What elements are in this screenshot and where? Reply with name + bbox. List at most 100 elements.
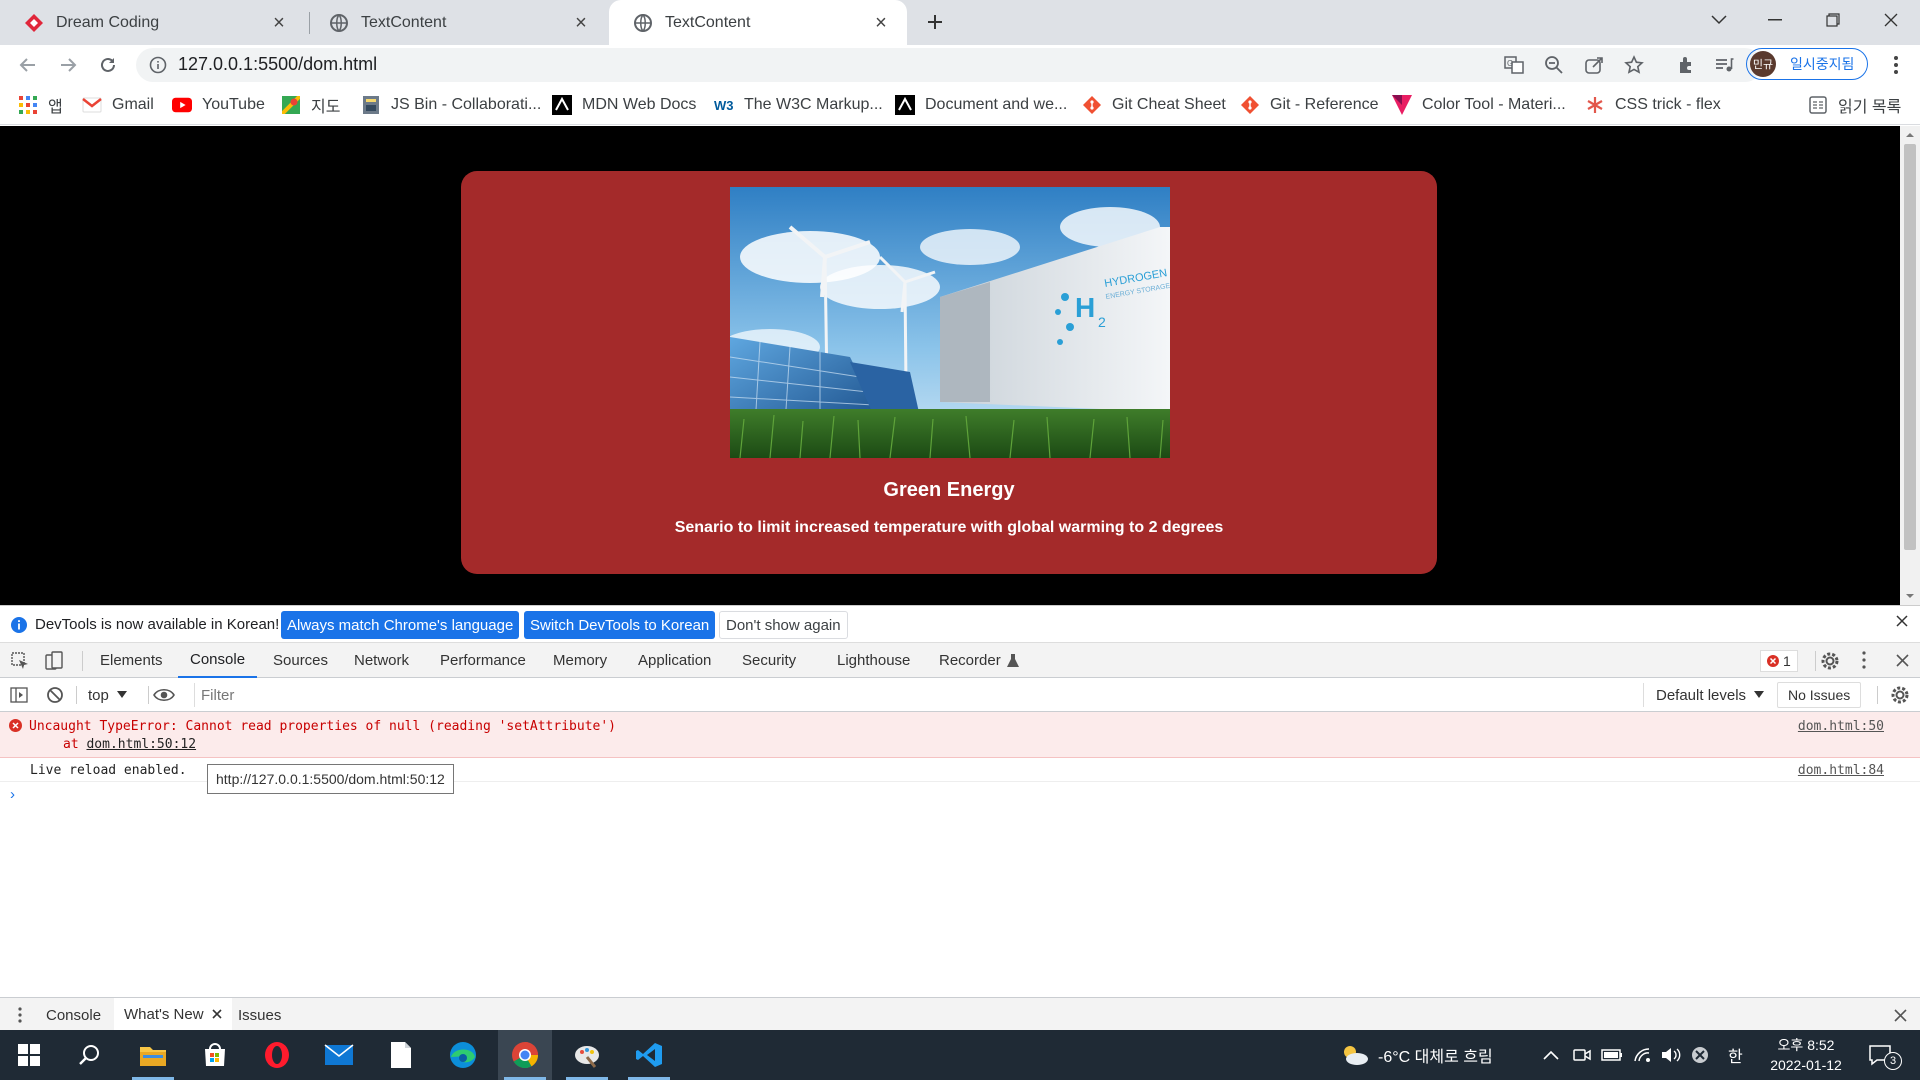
bookmark-star-icon[interactable] <box>1622 53 1646 77</box>
weather-widget[interactable]: -6°C 대체로 흐림 <box>1340 1030 1493 1080</box>
context-selector[interactable]: top <box>88 684 127 706</box>
tab-console[interactable]: Console <box>178 643 258 678</box>
meet-now-icon[interactable] <box>1573 1030 1591 1080</box>
tab-memory[interactable]: Memory <box>553 643 607 678</box>
switch-devtools-korean-button[interactable]: Switch DevTools to Korean <box>524 611 716 639</box>
close-drawer-icon[interactable] <box>1894 1009 1907 1022</box>
file-explorer-icon[interactable] <box>126 1030 180 1080</box>
close-icon[interactable] <box>211 1009 222 1019</box>
vpn-status-icon[interactable] <box>1691 1030 1709 1080</box>
new-tab-button[interactable] <box>907 2 963 42</box>
reading-list-button[interactable]: 읽기 목록 <box>1808 95 1901 116</box>
drawer-menu-icon[interactable] <box>18 1007 22 1023</box>
battery-icon[interactable] <box>1601 1030 1623 1080</box>
volume-icon[interactable] <box>1661 1030 1681 1080</box>
error-count-badge[interactable]: 1 <box>1760 650 1798 672</box>
info-icon[interactable] <box>146 53 170 77</box>
tab-sources[interactable]: Sources <box>273 643 328 678</box>
extensions-icon[interactable] <box>1670 49 1702 81</box>
sidebar-toggle-icon[interactable] <box>10 684 28 706</box>
drawer-tab-console[interactable]: Console <box>46 998 101 1032</box>
opera-browser-icon[interactable] <box>250 1030 304 1080</box>
restore-button[interactable] <box>1805 0 1861 40</box>
close-devtools-icon[interactable] <box>1896 654 1909 667</box>
inspect-element-icon[interactable] <box>10 651 30 671</box>
window-close-button[interactable] <box>1863 0 1919 40</box>
back-button[interactable] <box>12 49 44 81</box>
tray-overflow-chevron-icon[interactable] <box>1543 1030 1559 1080</box>
stack-link[interactable]: dom.html:50:12 <box>86 737 196 752</box>
tab-textcontent-1[interactable]: TextContent × <box>305 0 607 45</box>
tab-security[interactable]: Security <box>742 643 796 678</box>
mail-icon[interactable] <box>312 1030 366 1080</box>
edge-browser-icon[interactable] <box>436 1030 490 1080</box>
tab-search-chevron-icon[interactable] <box>1691 0 1747 40</box>
tab-network[interactable]: Network <box>354 643 409 678</box>
chrome-menu-icon[interactable] <box>1880 49 1912 81</box>
close-icon[interactable]: × <box>571 13 591 33</box>
ime-indicator[interactable]: 한 <box>1728 1030 1743 1080</box>
close-icon[interactable]: × <box>871 13 891 33</box>
bookmark-css-tricks[interactable]: CSS trick - flex <box>1585 95 1721 115</box>
tab-dream-coding[interactable]: Dream Coding × <box>0 0 305 45</box>
live-expression-eye-icon[interactable] <box>153 684 175 706</box>
notification-center[interactable]: 3 <box>1868 1030 1902 1080</box>
chrome-browser-icon[interactable] <box>498 1030 552 1080</box>
clock[interactable]: 오후 8:52 2022-01-12 <box>1770 1030 1842 1080</box>
bookmark-mdn[interactable]: MDN Web Docs <box>552 95 696 115</box>
tab-recorder[interactable]: Recorder <box>939 643 1019 678</box>
clear-console-icon[interactable] <box>46 684 64 706</box>
always-match-language-button[interactable]: Always match Chrome's language <box>281 611 520 639</box>
tab-application[interactable]: Application <box>638 643 711 678</box>
bookmark-w3c[interactable]: W3 The W3C Markup... <box>714 95 883 115</box>
minimize-button[interactable] <box>1747 0 1803 40</box>
console-settings-gear-icon[interactable] <box>1890 684 1910 706</box>
bookmark-color-tool[interactable]: Color Tool - Materi... <box>1392 95 1566 115</box>
tab-lighthouse[interactable]: Lighthouse <box>837 643 910 678</box>
close-icon[interactable]: × <box>269 13 289 33</box>
console-prompt[interactable]: › <box>10 786 15 803</box>
page-scrollbar[interactable] <box>1900 126 1920 605</box>
share-icon[interactable] <box>1582 53 1606 77</box>
url-text[interactable]: 127.0.0.1:5500/dom.html <box>178 54 377 75</box>
forward-button[interactable] <box>52 49 84 81</box>
tab-elements[interactable]: Elements <box>100 643 163 678</box>
bookmark-git-cheat-sheet[interactable]: Git Cheat Sheet <box>1082 95 1226 115</box>
start-windows-icon[interactable] <box>2 1030 56 1080</box>
more-options-icon[interactable] <box>1862 651 1866 669</box>
notepad-file-icon[interactable] <box>374 1030 428 1080</box>
bookmark-youtube[interactable]: YouTube <box>172 95 265 115</box>
translate-icon[interactable]: G <box>1502 53 1526 77</box>
issues-button[interactable]: No Issues <box>1777 682 1862 708</box>
paint-app-icon[interactable] <box>560 1030 614 1080</box>
wifi-icon[interactable] <box>1633 1030 1653 1080</box>
bookmark-document-and-web[interactable]: Document and we... <box>895 95 1067 115</box>
log-source-link[interactable]: dom.html:84 <box>1798 763 1884 778</box>
bookmark-gmail[interactable]: Gmail <box>82 95 154 115</box>
microsoft-store-icon[interactable] <box>188 1030 242 1080</box>
dont-show-again-button[interactable]: Don't show again <box>719 611 848 639</box>
close-icon[interactable] <box>1896 615 1908 627</box>
tab-textcontent-2[interactable]: TextContent × <box>609 0 907 45</box>
scrollbar-thumb[interactable] <box>1904 144 1916 550</box>
drawer-tab-issues[interactable]: Issues <box>238 998 281 1032</box>
settings-gear-icon[interactable] <box>1820 651 1840 671</box>
devtools-drawer-bar: Console What's New Issues <box>0 997 1920 1032</box>
error-source-link[interactable]: dom.html:50 <box>1798 719 1884 734</box>
device-toolbar-icon[interactable] <box>44 651 64 671</box>
bookmark-maps[interactable]: 지도 <box>281 95 340 116</box>
log-levels-dropdown[interactable]: Default levels <box>1656 684 1765 706</box>
address-bar[interactable]: 127.0.0.1:5500/dom.html G <box>136 48 1762 82</box>
vscode-icon[interactable] <box>622 1030 676 1080</box>
media-control-icon[interactable] <box>1708 49 1740 81</box>
reload-button[interactable] <box>92 49 124 81</box>
profile-button[interactable]: 민규 일시중지됨 <box>1746 48 1868 80</box>
bookmark-jsbin[interactable]: JS Bin - Collaborati... <box>361 95 541 115</box>
search-icon[interactable] <box>62 1030 116 1080</box>
zoom-out-icon[interactable] <box>1542 53 1566 77</box>
bookmark-git-reference[interactable]: Git - Reference <box>1240 95 1378 115</box>
tab-performance[interactable]: Performance <box>440 643 526 678</box>
bookmark-apps[interactable]: 앱 <box>18 95 63 116</box>
drawer-tab-whats-new[interactable]: What's New <box>114 998 232 1032</box>
console-filter-input[interactable]: Filter <box>194 683 1644 707</box>
